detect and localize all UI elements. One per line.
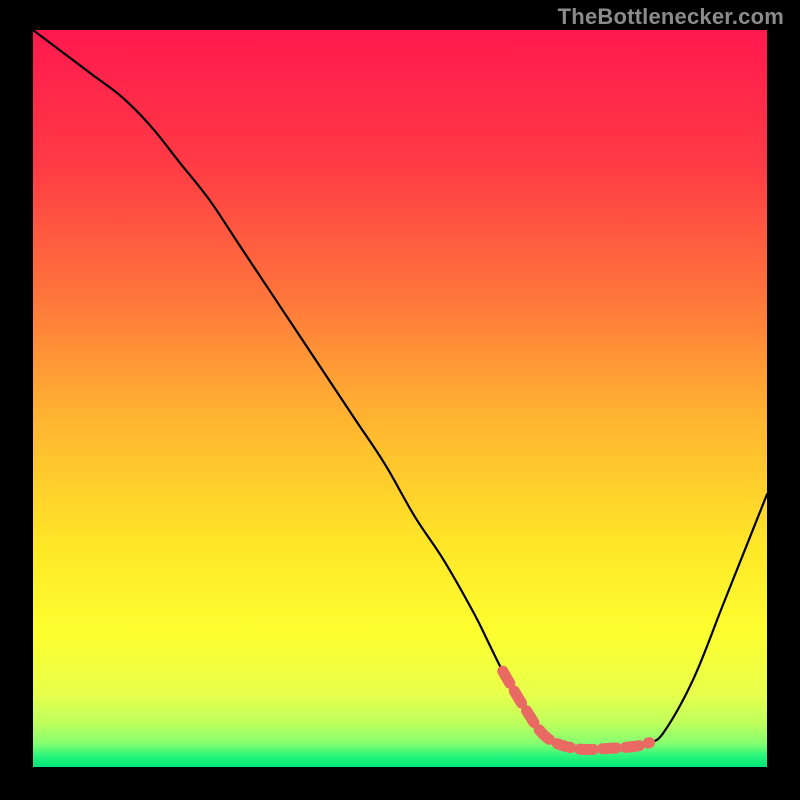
attribution-text: TheBottlenecker.com — [558, 4, 784, 30]
optimal-band-accent — [503, 671, 650, 749]
curve-layer — [33, 30, 767, 767]
plot-area — [33, 30, 767, 767]
bottleneck-curve — [33, 30, 767, 750]
chart-stage: TheBottlenecker.com — [0, 0, 800, 800]
